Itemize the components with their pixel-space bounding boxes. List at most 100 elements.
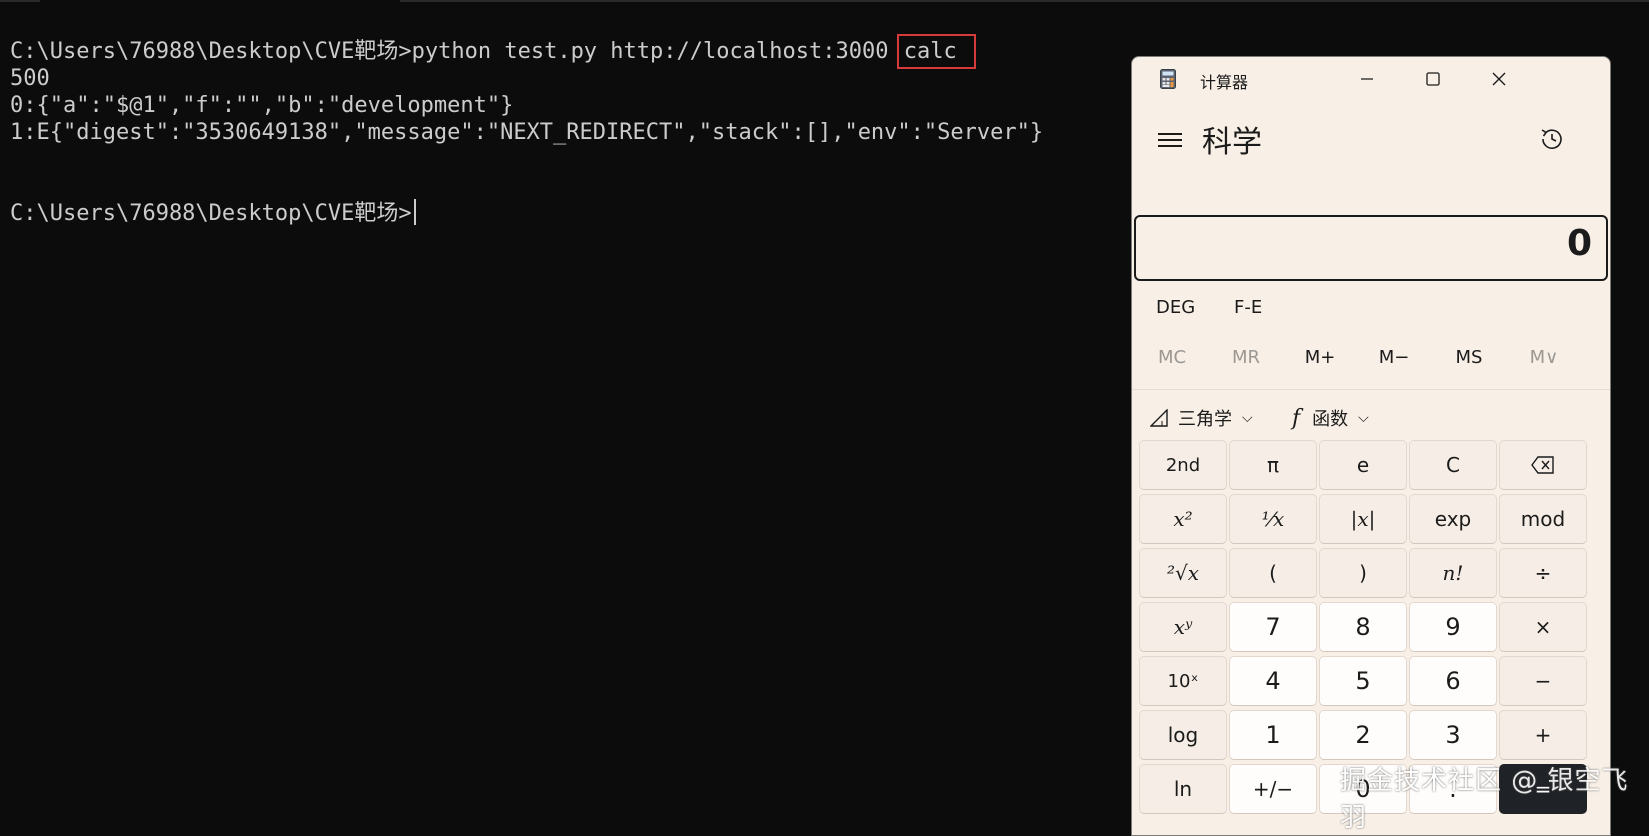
prompt-text: C:\Users\76988\Desktop\CVE靶场>	[10, 39, 412, 64]
divider	[1132, 389, 1610, 390]
key-label: 4	[1265, 667, 1281, 695]
terminal-line-status: 500	[10, 66, 50, 91]
key-label: ×	[1534, 615, 1552, 639]
key-label: 8	[1355, 613, 1371, 641]
trig-dropdown-label: 三角学	[1178, 409, 1232, 430]
factorial-key[interactable]: n!	[1409, 548, 1497, 598]
negate-key[interactable]: +/−	[1229, 764, 1317, 814]
digit-6-key[interactable]: 6	[1409, 656, 1497, 706]
key-label: mod	[1520, 507, 1566, 531]
angle-mode-button[interactable]: DEG	[1156, 297, 1195, 318]
function-dropdown[interactable]: f 函数 ⌵	[1292, 403, 1369, 433]
square-key[interactable]: x²	[1139, 494, 1227, 544]
key-label: log	[1167, 723, 1199, 747]
terminal-line-prompt[interactable]: C:\Users\76988\Desktop\CVE靶场>	[10, 199, 416, 227]
calculator-app-icon	[1160, 69, 1176, 89]
key-label: (	[1269, 561, 1277, 585]
euler-key[interactable]: e	[1319, 440, 1407, 490]
ln-key[interactable]: ln	[1139, 764, 1227, 814]
digit-3-key[interactable]: 3	[1409, 710, 1497, 760]
notation-mode-button[interactable]: F-E	[1234, 297, 1262, 318]
digit-7-key[interactable]: 7	[1229, 602, 1317, 652]
key-label: ²√x	[1166, 561, 1200, 585]
title-bar[interactable]: 计算器	[1132, 57, 1610, 101]
key-label: C	[1446, 453, 1460, 477]
memory-recall-button[interactable]: MR	[1218, 347, 1274, 368]
terminal-window[interactable]: C:\Users\76988\Desktop\CVE靶场>python test…	[0, 0, 1130, 816]
hamburger-menu-icon[interactable]	[1158, 129, 1182, 149]
absolute-value-key[interactable]: |x|	[1319, 494, 1407, 544]
result-display: 0	[1134, 215, 1608, 281]
close-button[interactable]	[1476, 63, 1522, 95]
open-paren-key[interactable]: (	[1229, 548, 1317, 598]
log-key[interactable]: log	[1139, 710, 1227, 760]
key-label: π	[1266, 453, 1280, 477]
terminal-line-command: C:\Users\76988\Desktop\CVE靶场>python test…	[10, 34, 976, 69]
digit-5-key[interactable]: 5	[1319, 656, 1407, 706]
pi-key[interactable]: π	[1229, 440, 1317, 490]
key-label: exp	[1434, 507, 1472, 531]
digit-8-key[interactable]: 8	[1319, 602, 1407, 652]
key-label: 7	[1265, 613, 1281, 641]
exp-key[interactable]: exp	[1409, 494, 1497, 544]
key-label: 1	[1265, 721, 1281, 749]
terminal-line-output-1: 1:E{"digest":"3530649138","message":"NEX…	[10, 120, 1044, 145]
key-label: |x|	[1350, 507, 1376, 531]
key-label: −	[1534, 669, 1552, 693]
multiply-key[interactable]: ×	[1499, 602, 1587, 652]
mode-title: 科学	[1202, 125, 1262, 160]
key-label: xʸ	[1173, 615, 1193, 639]
digit-1-key[interactable]: 1	[1229, 710, 1317, 760]
key-label: +/−	[1252, 777, 1294, 801]
history-icon[interactable]	[1538, 125, 1566, 153]
chevron-down-icon: ⌵	[1358, 410, 1369, 426]
window-title: 计算器	[1200, 73, 1249, 92]
memory-list-button[interactable]: M∨	[1516, 347, 1572, 368]
clear-key[interactable]: C	[1409, 440, 1497, 490]
key-label: 5	[1355, 667, 1371, 695]
backspace-icon	[1531, 456, 1554, 474]
trig-dropdown[interactable]: 三角学 ⌵	[1150, 403, 1253, 433]
maximize-icon	[1426, 72, 1440, 86]
memory-subtract-button[interactable]: M−	[1366, 347, 1422, 368]
key-label: +	[1534, 723, 1552, 747]
watermark: 掘金技术社区 @ 银空飞羽	[1340, 766, 1629, 833]
key-label: 3	[1445, 721, 1461, 749]
close-icon	[1492, 72, 1506, 86]
square-root-key[interactable]: ²√x	[1139, 548, 1227, 598]
second-function-key[interactable]: 2nd	[1139, 440, 1227, 490]
digit-4-key[interactable]: 4	[1229, 656, 1317, 706]
key-label: e	[1356, 453, 1370, 477]
key-label: n!	[1442, 561, 1464, 585]
function-icon: f	[1292, 405, 1301, 431]
subtract-key[interactable]: −	[1499, 656, 1587, 706]
key-label: ÷	[1534, 561, 1552, 585]
key-label: x²	[1173, 507, 1193, 531]
key-label: 6	[1445, 667, 1461, 695]
mod-key[interactable]: mod	[1499, 494, 1587, 544]
digit-9-key[interactable]: 9	[1409, 602, 1497, 652]
divide-key[interactable]: ÷	[1499, 548, 1587, 598]
add-key[interactable]: +	[1499, 710, 1587, 760]
terminal-line-output-0: 0:{"a":"$@1","f":"","b":"development"}	[10, 93, 514, 118]
highlighted-arg: calc	[896, 34, 976, 69]
key-label: 2	[1355, 721, 1371, 749]
maximize-button[interactable]	[1410, 63, 1456, 95]
key-label: 9	[1445, 613, 1461, 641]
power-key[interactable]: xʸ	[1139, 602, 1227, 652]
backspace-key[interactable]	[1499, 440, 1587, 490]
key-label: 2nd	[1165, 454, 1201, 476]
memory-clear-button[interactable]: MC	[1144, 347, 1200, 368]
memory-add-button[interactable]: M+	[1292, 347, 1348, 368]
close-paren-key[interactable]: )	[1319, 548, 1407, 598]
key-label: ln	[1173, 777, 1193, 801]
display-value: 0	[1566, 223, 1592, 264]
calculator-window[interactable]: 计算器 科学 0 DEG F-E MC MR M+ M− MS M∨ 三角学 ⌵	[1131, 56, 1611, 836]
reciprocal-key[interactable]: ¹⁄x	[1229, 494, 1317, 544]
key-label: ¹⁄x	[1261, 507, 1285, 531]
digit-2-key[interactable]: 2	[1319, 710, 1407, 760]
ten-power-key[interactable]: 10ˣ	[1139, 656, 1227, 706]
memory-store-button[interactable]: MS	[1441, 347, 1497, 368]
text-cursor	[413, 199, 416, 225]
minimize-button[interactable]	[1344, 63, 1390, 95]
